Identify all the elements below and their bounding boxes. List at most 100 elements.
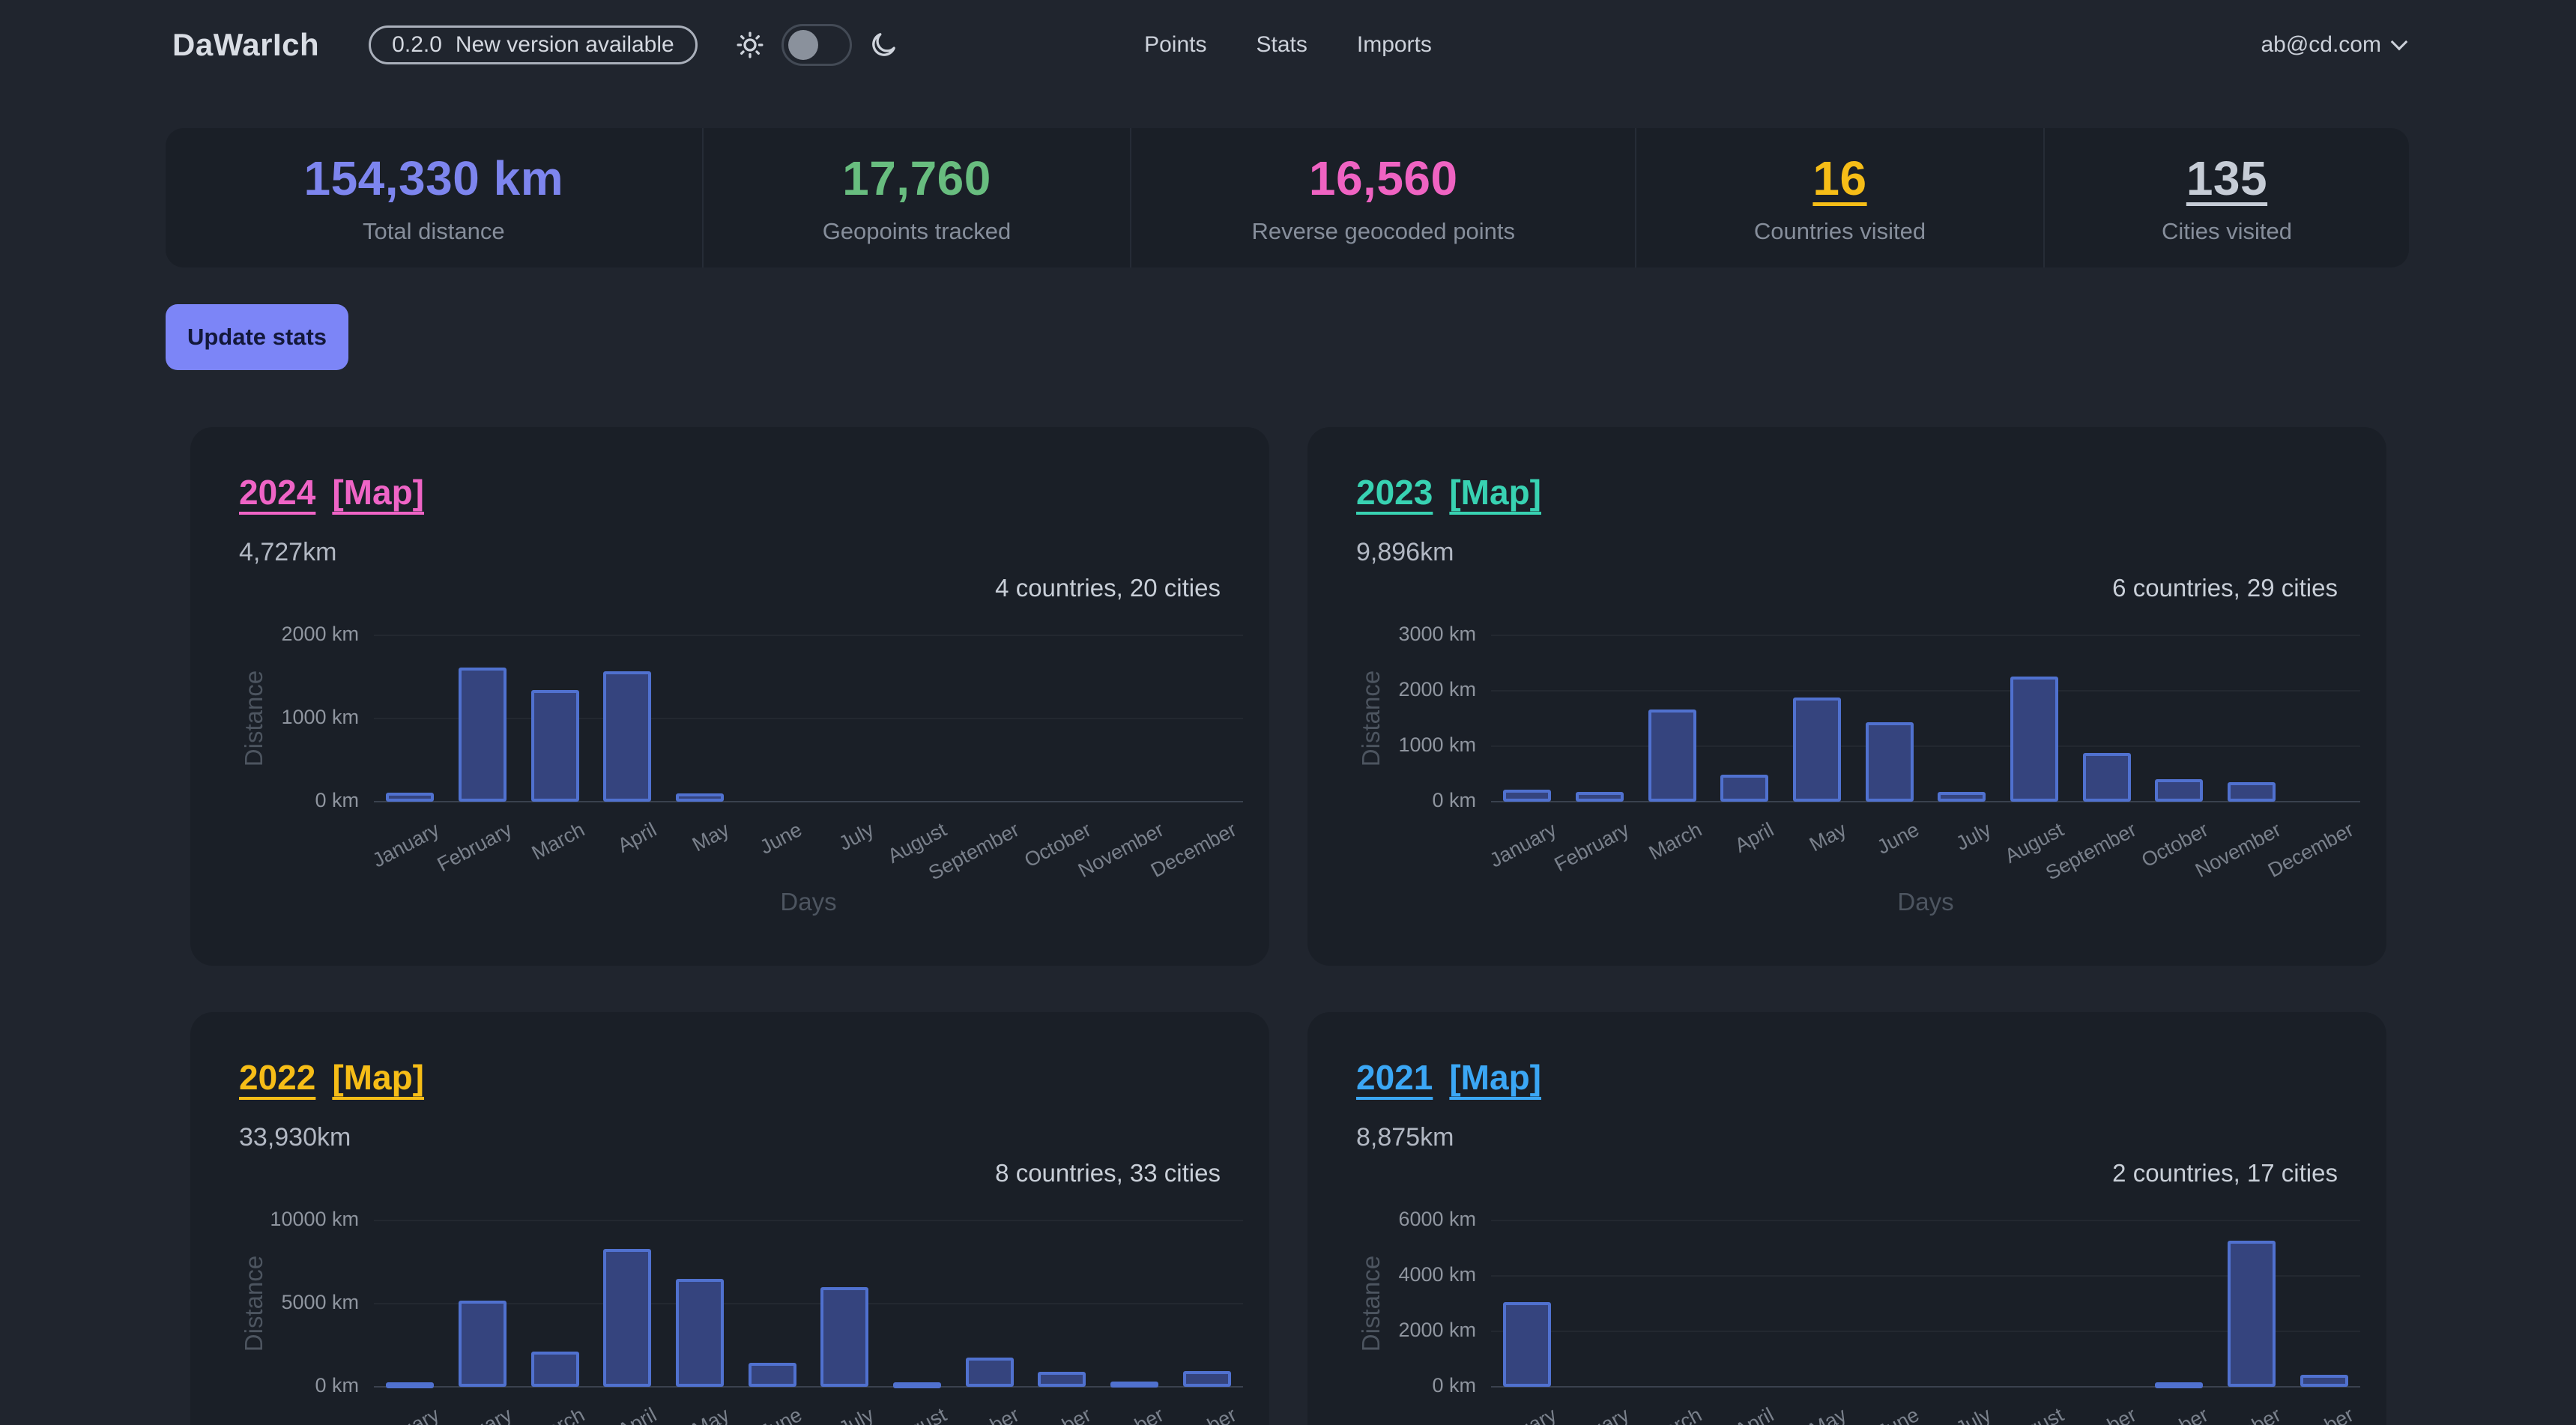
chart-bar — [893, 1382, 941, 1388]
chart-bar — [1648, 710, 1696, 802]
stat-label: Total distance — [363, 218, 505, 245]
stat-label: Countries visited — [1754, 218, 1926, 245]
chart-bar — [2010, 677, 2058, 802]
y-tick-label: 1000 km — [190, 706, 359, 729]
version-badge[interactable]: 0.2.0 New version available — [369, 25, 698, 64]
y-axis-title: Distance — [1357, 671, 1385, 766]
x-tick-label: January — [273, 1403, 443, 1425]
chart-bar — [2083, 753, 2131, 802]
year-card-2024: 2024 [Map] 4,727km 4 countries, 20 citie… — [190, 427, 1269, 966]
nav-points[interactable]: Points — [1144, 32, 1206, 58]
chart-bar — [2300, 1375, 2348, 1387]
stats-summary-strip: 154,330 km Total distance 17,760 Geopoin… — [166, 128, 2409, 267]
nav-imports[interactable]: Imports — [1357, 32, 1432, 58]
nav-stats[interactable]: Stats — [1256, 32, 1307, 58]
chevron-down-icon — [2391, 34, 2408, 51]
chart-bar — [531, 690, 579, 802]
gridline — [1491, 1220, 2360, 1221]
chart-bar — [386, 1382, 434, 1388]
chart-bar — [749, 1363, 796, 1387]
y-axis-title: Distance — [240, 1256, 268, 1352]
stat-label: Reverse geocoded points — [1251, 218, 1515, 245]
sun-icon — [735, 30, 765, 60]
stat-value: 17,760 — [842, 151, 991, 206]
chart-bar — [1720, 775, 1768, 802]
x-axis-title: Days — [1897, 888, 1953, 916]
y-tick-label: 6000 km — [1307, 1208, 1476, 1231]
yearly-cards-grid: 2024 [Map] 4,727km 4 countries, 20 citie… — [190, 427, 2386, 1425]
y-tick-label: 5000 km — [190, 1291, 359, 1314]
chart-bar — [676, 1279, 724, 1387]
chart-bar — [459, 1301, 507, 1387]
y-tick-label: 2000 km — [1307, 1319, 1476, 1342]
y-tick-label: 0 km — [1307, 789, 1476, 812]
chart-bar — [2228, 782, 2276, 802]
monthly-distance-chart: 0 km1000 km2000 kmJanuaryFebruaryMarchAp… — [190, 427, 1269, 966]
y-tick-label: 3000 km — [1307, 623, 1476, 646]
stat-geopoints: 17,760 Geopoints tracked — [702, 128, 1131, 267]
chart-bar — [1503, 1302, 1551, 1387]
x-axis-title: Days — [780, 888, 836, 916]
monthly-distance-chart: 0 km1000 km2000 km3000 kmJanuaryFebruary… — [1307, 427, 2386, 966]
chart-bar — [2155, 1382, 2203, 1388]
top-navbar: DaWarIch 0.2.0 New version available Poi… — [0, 0, 2576, 90]
chart-bar — [966, 1358, 1014, 1387]
chart-bar — [2155, 779, 2203, 802]
gridline — [1491, 635, 2360, 636]
chart-bar — [531, 1352, 579, 1387]
chart-bar — [1038, 1372, 1086, 1387]
chart-bar — [676, 793, 724, 802]
chart-bar — [459, 668, 507, 802]
gridline — [1491, 690, 2360, 692]
stat-countries-visited: 16 Countries visited — [1635, 128, 2043, 267]
chart-bar — [1866, 722, 1914, 802]
chart-bar — [1183, 1371, 1231, 1387]
chart-bar — [603, 671, 651, 802]
countries-visited-link[interactable]: 16 — [1812, 151, 1866, 206]
y-axis-title: Distance — [240, 671, 268, 766]
gridline — [374, 635, 1243, 636]
chart-bar — [1576, 792, 1624, 802]
chart-bar — [1793, 698, 1841, 802]
theme-switcher — [735, 24, 898, 66]
year-card-2021: 2021 [Map] 8,875km 2 countries, 17 citie… — [1307, 1012, 2386, 1425]
chart-bar — [1110, 1382, 1158, 1388]
chart-bar — [386, 793, 434, 802]
stat-reverse-geocoded: 16,560 Reverse geocoded points — [1130, 128, 1635, 267]
year-card-2022: 2022 [Map] 33,930km 8 countries, 33 citi… — [190, 1012, 1269, 1425]
moon-icon — [868, 30, 898, 60]
user-email: ab@cd.com — [2261, 32, 2381, 58]
chart-bar — [1503, 790, 1551, 802]
stat-total-distance: 154,330 km Total distance — [166, 128, 702, 267]
theme-toggle-knob — [788, 30, 818, 60]
user-menu[interactable]: ab@cd.com — [2261, 32, 2405, 58]
chart-bar — [1938, 792, 1986, 802]
update-stats-button[interactable]: Update stats — [166, 304, 348, 370]
app-logo[interactable]: DaWarIch — [172, 27, 319, 63]
main-nav: Points Stats Imports — [1144, 32, 1432, 58]
version-number: 0.2.0 — [392, 32, 442, 58]
monthly-distance-chart: 0 km2000 km4000 km6000 kmJanuaryFebruary… — [1307, 1012, 2386, 1425]
stat-label: Geopoints tracked — [823, 218, 1012, 245]
monthly-distance-chart: 0 km5000 km10000 kmJanuaryFebruaryMarchA… — [190, 1012, 1269, 1425]
chart-bar — [2228, 1241, 2276, 1387]
gridline — [374, 1220, 1243, 1221]
cities-visited-link[interactable]: 135 — [2186, 151, 2267, 206]
x-tick-label: January — [1391, 1403, 1560, 1425]
chart-bar — [603, 1249, 651, 1387]
stat-label: Cities visited — [2162, 218, 2292, 245]
y-axis-title: Distance — [1357, 1256, 1385, 1352]
stat-value: 16,560 — [1309, 151, 1458, 206]
y-tick-label: 10000 km — [190, 1208, 359, 1231]
theme-toggle[interactable] — [781, 24, 852, 66]
stat-cities-visited: 135 Cities visited — [2043, 128, 2409, 267]
version-badge-text: New version available — [456, 32, 674, 58]
y-tick-label: 2000 km — [190, 623, 359, 646]
y-tick-label: 0 km — [190, 789, 359, 812]
y-tick-label: 2000 km — [1307, 678, 1476, 701]
chart-bar — [820, 1287, 868, 1387]
stat-value: 154,330 km — [303, 151, 563, 206]
y-tick-label: 4000 km — [1307, 1263, 1476, 1286]
year-card-2023: 2023 [Map] 9,896km 6 countries, 29 citie… — [1307, 427, 2386, 966]
y-tick-label: 1000 km — [1307, 733, 1476, 757]
